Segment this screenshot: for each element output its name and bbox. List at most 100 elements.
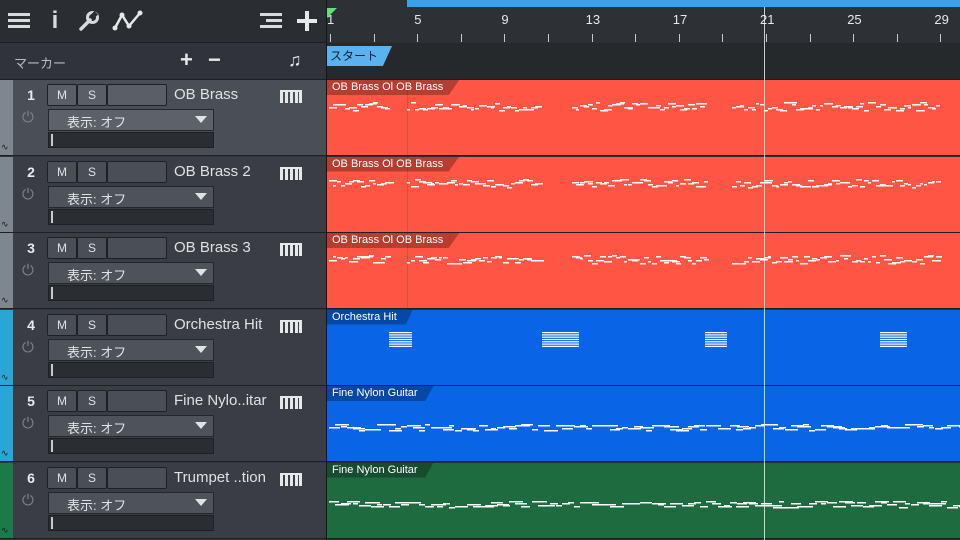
add-track-icon[interactable]	[292, 6, 322, 36]
display-dropdown[interactable]: 表示: オフ	[48, 491, 214, 514]
power-icon[interactable]: ⏻	[22, 492, 36, 509]
track-color-strip[interactable]: ∿	[0, 80, 13, 155]
solo-button[interactable]: S	[77, 390, 107, 412]
add-marker-button[interactable]: +	[180, 47, 193, 73]
menu-icon[interactable]	[4, 6, 34, 36]
track-color-strip[interactable]: ∿	[0, 386, 13, 461]
list-icon[interactable]	[256, 6, 286, 36]
mute-button[interactable]: M	[47, 160, 77, 183]
track-header[interactable]: ∿ 4 M S Orchestra Hit ⏻ 表示: オフ	[0, 309, 326, 386]
record-arm-button[interactable]	[107, 160, 167, 183]
solo-button[interactable]: S	[77, 313, 107, 336]
slider-thumb[interactable]	[51, 134, 53, 146]
record-arm-button[interactable]	[107, 237, 167, 259]
volume-slider[interactable]	[48, 208, 214, 225]
clip-title[interactable]: OB Brass Ol OB Brass	[327, 156, 460, 172]
slider-thumb[interactable]	[51, 363, 53, 376]
track-name[interactable]: Orchestra Hit	[174, 316, 262, 333]
track-lane[interactable]: OB Brass Ol OB Brass	[327, 156, 960, 233]
ruler-tick	[678, 34, 680, 42]
note-icon[interactable]: ♫	[288, 50, 302, 71]
volume-slider[interactable]	[48, 514, 214, 531]
track-lane[interactable]: Orchestra Hit	[327, 309, 960, 386]
slider-thumb[interactable]	[51, 440, 53, 452]
keyboard-icon[interactable]	[280, 90, 302, 103]
track-header[interactable]: ∿ 6 M S Trumpet ..tion ⏻ 表示: オフ	[0, 462, 326, 539]
ruler-tick	[853, 34, 855, 42]
slider-thumb[interactable]	[51, 210, 53, 223]
record-arm-button[interactable]	[107, 313, 167, 336]
keyboard-icon[interactable]	[280, 166, 302, 180]
clip-title[interactable]: OB Brass Ol OB Brass	[327, 80, 460, 95]
track-lane[interactable]: OB Brass Ol OB Brass	[327, 80, 960, 156]
mute-button[interactable]: M	[47, 313, 77, 336]
display-dropdown[interactable]: 表示: オフ	[48, 262, 214, 284]
track-color-strip[interactable]: ∿	[0, 233, 13, 308]
track-color-strip[interactable]: ∿	[0, 309, 13, 385]
loop-range-bar[interactable]	[407, 0, 960, 7]
volume-slider[interactable]	[48, 285, 214, 301]
track-lane[interactable]: Fine Nylon Guitar	[327, 386, 960, 462]
chevron-down-icon	[195, 269, 207, 276]
info-icon[interactable]: i	[40, 6, 70, 36]
wrench-icon[interactable]	[74, 6, 104, 36]
track-header[interactable]: ∿ 1 M S OB Brass ⏻ 表示: オフ	[0, 80, 326, 156]
power-icon[interactable]: ⏻	[22, 109, 36, 126]
remove-marker-button[interactable]: −	[208, 47, 221, 73]
power-icon[interactable]: ⏻	[22, 339, 36, 356]
keyboard-icon[interactable]	[280, 472, 302, 486]
power-icon[interactable]: ⏻	[22, 415, 36, 432]
solo-button[interactable]: S	[77, 466, 107, 489]
power-icon[interactable]: ⏻	[22, 262, 36, 279]
keyboard-icon[interactable]	[280, 243, 302, 256]
playhead[interactable]	[764, 7, 765, 540]
volume-slider[interactable]	[48, 132, 214, 148]
timeline-ruler[interactable]: 1 5 9 13 17 21 25 29	[327, 0, 960, 42]
track-lane[interactable]: Fine Nylon Guitar	[327, 462, 960, 539]
power-icon[interactable]: ⏻	[22, 186, 36, 203]
mute-button[interactable]: M	[47, 237, 77, 259]
track-header[interactable]: ∿ 2 M S OB Brass 2 ⏻ 表示: オフ	[0, 156, 326, 233]
track-name[interactable]: Fine Nylo..itar	[174, 392, 267, 409]
track-header[interactable]: ∿ 5 M S Fine Nylo..itar ⏻ 表示: オフ	[0, 386, 326, 462]
record-arm-button[interactable]	[107, 84, 167, 106]
solo-button[interactable]: S	[77, 160, 107, 183]
display-dropdown[interactable]: 表示: オフ	[48, 185, 214, 208]
wave-icon: ∿	[1, 295, 9, 305]
keyboard-icon[interactable]	[280, 396, 302, 409]
clip-title[interactable]: Fine Nylon Guitar	[327, 386, 434, 401]
midi-notes[interactable]	[327, 310, 960, 385]
display-dropdown[interactable]: 表示: オフ	[48, 415, 214, 437]
mute-button[interactable]: M	[47, 84, 77, 106]
display-dropdown-value: 表示: オフ	[67, 421, 127, 436]
track-header[interactable]: ∿ 3 M S OB Brass 3 ⏻ 表示: オフ	[0, 233, 326, 309]
start-marker[interactable]: スタート	[327, 46, 393, 66]
mute-button[interactable]: M	[47, 390, 77, 412]
track-name[interactable]: OB Brass 2	[174, 163, 251, 180]
automation-icon[interactable]	[110, 6, 146, 36]
record-arm-button[interactable]	[107, 390, 167, 412]
volume-slider[interactable]	[48, 361, 214, 378]
clip-title[interactable]: Orchestra Hit	[327, 309, 413, 325]
slider-thumb[interactable]	[51, 287, 53, 299]
track-list-panel: i マーカー + − ♫ ∿ 1 M S OB Brass ⏻ 表示: オフ ∿…	[0, 0, 326, 540]
display-dropdown[interactable]: 表示: オフ	[48, 109, 214, 131]
keyboard-icon[interactable]	[280, 319, 302, 333]
track-number: 4	[27, 316, 35, 333]
clip-title[interactable]: Fine Nylon Guitar	[327, 462, 434, 478]
track-color-strip[interactable]: ∿	[0, 156, 13, 232]
track-color-strip[interactable]: ∿	[0, 462, 13, 538]
track-name[interactable]: OB Brass 3	[174, 239, 251, 256]
solo-button[interactable]: S	[77, 237, 107, 259]
track-name[interactable]: Trumpet ..tion	[174, 469, 266, 486]
mute-button[interactable]: M	[47, 466, 77, 489]
track-name[interactable]: OB Brass	[174, 86, 238, 103]
slider-thumb[interactable]	[51, 516, 53, 529]
track-lane[interactable]: OB Brass Ol OB Brass	[327, 233, 960, 309]
solo-button[interactable]: S	[77, 84, 107, 106]
record-arm-button[interactable]	[107, 466, 167, 489]
display-dropdown[interactable]: 表示: オフ	[48, 338, 214, 361]
clip-title[interactable]: OB Brass Ol OB Brass	[327, 233, 460, 248]
volume-slider[interactable]	[48, 438, 214, 454]
ruler-tick	[504, 34, 506, 42]
